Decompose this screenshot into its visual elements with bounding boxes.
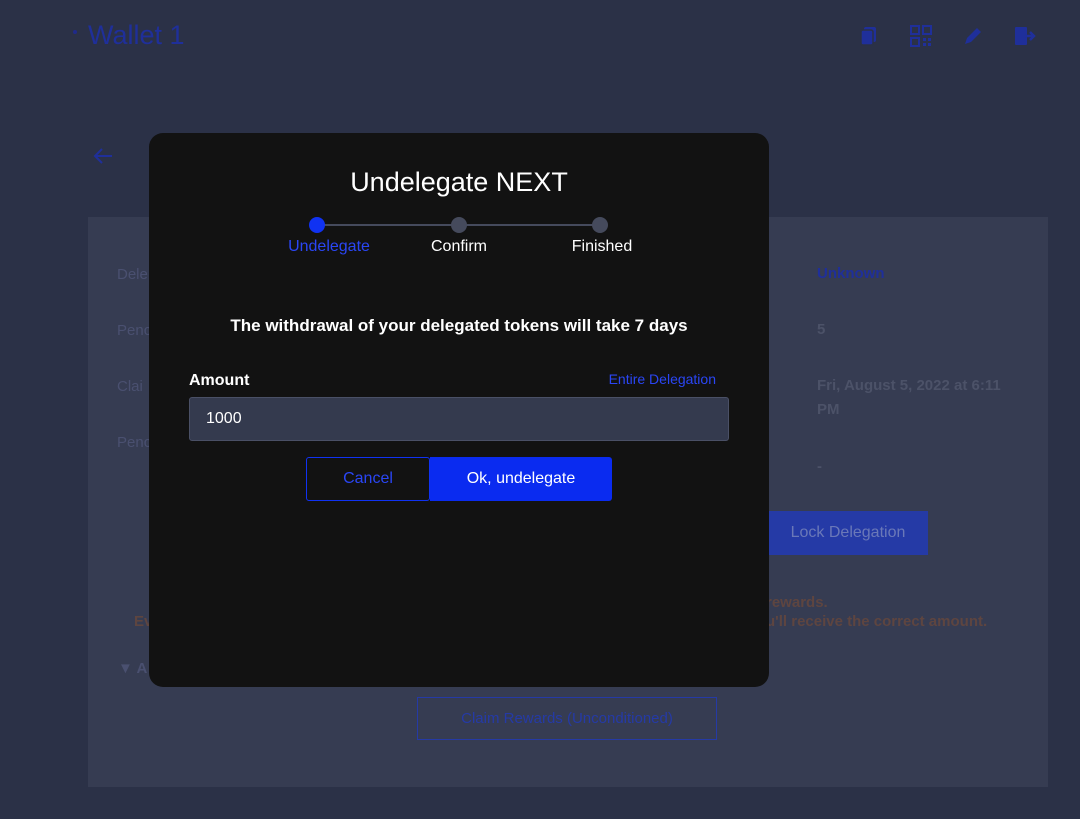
ok-undelegate-button[interactable]: Ok, undelegate: [430, 457, 612, 501]
step-label-undelegate: Undelegate: [288, 238, 370, 255]
amount-input[interactable]: [189, 397, 729, 441]
wallet-title: Wallet 1: [88, 20, 185, 50]
status-dot: [73, 30, 77, 34]
stepper-line-2: [459, 224, 600, 226]
copy-icon[interactable]: [857, 24, 881, 48]
count-value: 5: [817, 321, 826, 338]
claim-rewards-button[interactable]: Claim Rewards (Unconditioned): [417, 697, 717, 740]
step-label-finished: Finished: [571, 238, 633, 255]
amount-label: Amount: [189, 372, 250, 389]
row-label-pending-2: Penc: [117, 434, 152, 451]
status-value[interactable]: Unknown: [817, 262, 885, 286]
logout-icon[interactable]: [1012, 24, 1036, 48]
advanced-toggle[interactable]: ▼ A: [118, 660, 147, 677]
row-label-delegation: Dele: [117, 266, 148, 283]
stepper-line-1: [317, 224, 459, 226]
warning-text-line1: rewards.: [766, 594, 828, 611]
modal-title: Undelegate NEXT: [350, 167, 568, 197]
warning-text-line2-right: u'll receive the correct amount.: [766, 613, 988, 630]
qr-code-icon[interactable]: [909, 24, 933, 48]
cancel-button[interactable]: Cancel: [306, 457, 430, 501]
undelegate-modal: Undelegate NEXT Undelegate Confirm Finis…: [149, 133, 769, 687]
claim-date-value: Fri, August 5, 2022 at 6:11 PM: [817, 377, 1001, 418]
step-label-confirm: Confirm: [430, 238, 487, 255]
row-label-pending: Penc: [117, 322, 152, 339]
lock-delegation-button[interactable]: Lock Delegation: [768, 511, 928, 555]
entire-delegation-link[interactable]: Entire Delegation: [609, 371, 716, 387]
row-label-claim: Clai: [117, 378, 143, 395]
step-dot-confirm: [451, 217, 467, 233]
withdrawal-notice: The withdrawal of your delegated tokens …: [230, 316, 688, 335]
pending-value: -: [817, 458, 822, 475]
back-arrow-icon[interactable]: [92, 146, 114, 166]
step-dot-finished: [592, 217, 608, 233]
step-dot-undelegate: [309, 217, 325, 233]
page-header: Wallet 1: [0, 0, 1080, 80]
edit-icon[interactable]: [961, 24, 985, 48]
